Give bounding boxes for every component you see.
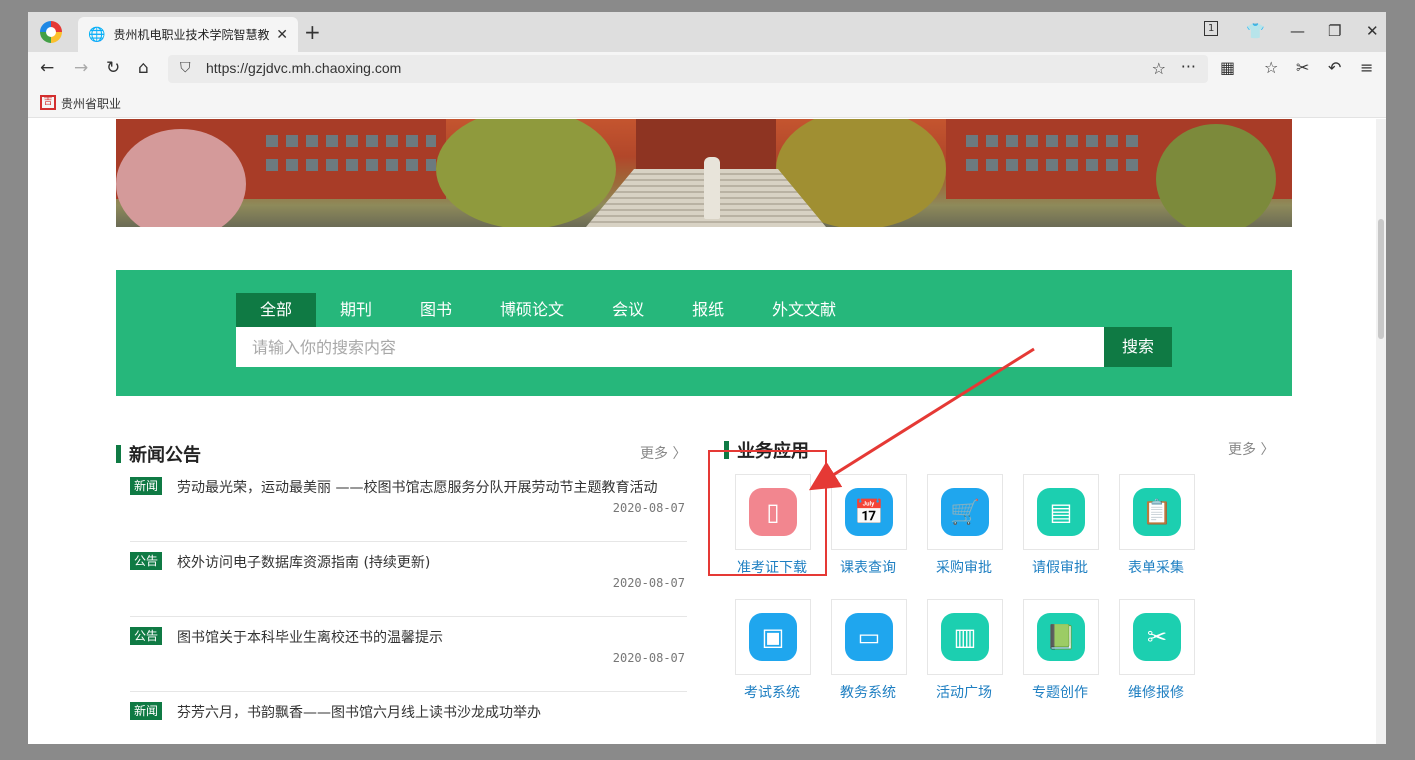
bookmark-bar: 吉 贵州省职业 <box>28 86 1386 118</box>
news-item[interactable]: 新闻 芬芳六月，书韵飘香——图书馆六月线上读书沙龙成功举办 <box>130 692 687 722</box>
tools-icon: ✂ <box>1133 613 1181 661</box>
reload-icon[interactable]: ↻ <box>106 58 120 78</box>
app-label[interactable]: 维修报修 <box>1108 682 1204 702</box>
app-label[interactable]: 课表查询 <box>820 557 916 577</box>
home-icon[interactable]: ⌂ <box>138 58 149 78</box>
calendar-icon: 📅 <box>845 488 893 536</box>
news-more-link[interactable]: 更多 〉 <box>640 443 686 463</box>
app-exam[interactable]: ▣ <box>735 599 811 675</box>
tab-title: 贵州机电职业技术学院智慧教 <box>113 28 270 42</box>
search-tab-conference[interactable]: 会议 <box>588 293 668 327</box>
close-tab-icon[interactable]: ✕ <box>276 27 288 43</box>
building-icon: ▥ <box>941 613 989 661</box>
news-item[interactable]: 新闻 劳动最光荣，运动最美丽 ——校图书馆志愿服务分队开展劳动节主题教育活动 2… <box>130 467 687 542</box>
bookmark-favicon-icon: 吉 <box>40 95 56 110</box>
news-date: 2020-08-07 <box>612 651 685 665</box>
browser-logo-icon[interactable] <box>40 21 62 43</box>
menu-icon[interactable]: ≡ <box>1360 58 1373 77</box>
minimize-icon[interactable]: — <box>1290 22 1305 40</box>
browser-window: 🌐 贵州机电职业技术学院智慧教 ✕ + 1 👕 — ❐ ✕ ← → ↻ ⌂ ⛉ … <box>28 12 1386 744</box>
undo-icon[interactable]: ↶ <box>1328 58 1341 77</box>
search-tab-journal[interactable]: 期刊 <box>316 293 396 327</box>
news-date: 2020-08-07 <box>612 576 685 590</box>
news-date: 2020-08-07 <box>612 501 685 515</box>
restore-icon[interactable]: ❐ <box>1328 22 1341 40</box>
search-input[interactable] <box>236 327 1104 367</box>
form-icon: 📋 <box>1133 488 1181 536</box>
shield-icon[interactable]: ⛉ <box>180 60 191 76</box>
url-text[interactable]: https://gzjdvc.mh.chaoxing.com <box>206 60 401 76</box>
news-badge: 新闻 <box>130 702 163 720</box>
search-tab-foreign[interactable]: 外文文献 <box>748 293 860 327</box>
close-window-icon[interactable]: ✕ <box>1366 22 1379 40</box>
forward-icon[interactable]: → <box>74 58 88 78</box>
navigation-bar: ← → ↻ ⌂ ⛉ https://gzjdvc.mh.chaoxing.com… <box>28 52 1386 86</box>
page-content: 全部 期刊 图书 博硕论文 会议 报纸 外文文献 搜索 新闻公告 更多 〉 新闻… <box>28 119 1386 744</box>
app-label[interactable]: 采购审批 <box>916 557 1012 577</box>
app-academic[interactable]: ▭ <box>831 599 907 675</box>
bookmark-item[interactable]: 贵州省职业 <box>61 95 121 112</box>
new-tab-icon[interactable]: + <box>304 20 321 44</box>
news-badge: 新闻 <box>130 477 163 495</box>
news-item[interactable]: 公告 校外访问电子数据库资源指南 (持续更新) 2020-08-07 <box>130 542 687 617</box>
app-label[interactable]: 考试系统 <box>724 682 820 702</box>
news-title[interactable]: 校外访问电子数据库资源指南 (持续更新) <box>177 552 430 572</box>
scrollbar-thumb[interactable] <box>1378 219 1384 339</box>
app-timetable[interactable]: 📅 <box>831 474 907 550</box>
news-section-title: 新闻公告 <box>129 445 201 466</box>
app-label[interactable]: 教务系统 <box>820 682 916 702</box>
campus-banner-image <box>116 119 1292 227</box>
app-form[interactable]: 📋 <box>1119 474 1195 550</box>
printer-icon: ▭ <box>845 613 893 661</box>
app-repair[interactable]: ✂ <box>1119 599 1195 675</box>
search-tab-thesis[interactable]: 博硕论文 <box>476 293 588 327</box>
search-panel: 全部 期刊 图书 博硕论文 会议 报纸 外文文献 搜索 <box>116 270 1292 396</box>
bookmark-star-icon[interactable]: ☆ <box>1152 59 1166 78</box>
back-icon[interactable]: ← <box>40 58 54 78</box>
app-purchase[interactable]: 🛒 <box>927 474 1003 550</box>
app-label[interactable]: 专题创作 <box>1012 682 1108 702</box>
apps-more-link[interactable]: 更多 〉 <box>1228 439 1274 459</box>
more-icon[interactable]: ··· <box>1181 57 1196 76</box>
book-icon: 📗 <box>1037 613 1085 661</box>
browser-tab[interactable]: 🌐 贵州机电职业技术学院智慧教 ✕ <box>78 17 298 52</box>
search-tab-newspaper[interactable]: 报纸 <box>668 293 748 327</box>
highlight-box <box>708 450 827 576</box>
address-bar[interactable]: ⛉ https://gzjdvc.mh.chaoxing.com ☆ ··· <box>168 55 1208 83</box>
news-item[interactable]: 公告 图书馆关于本科毕业生离校还书的温馨提示 2020-08-07 <box>130 617 687 692</box>
app-label[interactable]: 活动广场 <box>916 682 1012 702</box>
news-section-header: 新闻公告 <box>116 441 201 467</box>
grid-icon[interactable]: ▦ <box>1220 58 1235 77</box>
tab-bar: 🌐 贵州机电职业技术学院智慧教 ✕ + 1 👕 — ❐ ✕ <box>28 12 1386 52</box>
search-tab-all[interactable]: 全部 <box>236 293 317 327</box>
search-tabs: 全部 期刊 图书 博硕论文 会议 报纸 外文文献 <box>236 293 860 327</box>
globe-icon: 🌐 <box>88 26 106 43</box>
shirt-icon[interactable]: 👕 <box>1246 22 1265 40</box>
news-badge: 公告 <box>130 552 163 570</box>
leave-icon: ▤ <box>1037 488 1085 536</box>
search-tab-books[interactable]: 图书 <box>396 293 476 327</box>
app-activity[interactable]: ▥ <box>927 599 1003 675</box>
cart-icon: 🛒 <box>941 488 989 536</box>
favorites-icon[interactable]: ☆ <box>1264 58 1278 77</box>
page-scrollbar[interactable] <box>1376 119 1386 744</box>
tab-count[interactable]: 1 <box>1204 21 1219 36</box>
app-label[interactable]: 表单采集 <box>1108 557 1204 577</box>
scissors-icon[interactable]: ✂ <box>1296 58 1309 77</box>
app-topic[interactable]: 📗 <box>1023 599 1099 675</box>
news-list: 新闻 劳动最光荣，运动最美丽 ——校图书馆志愿服务分队开展劳动节主题教育活动 2… <box>130 467 687 722</box>
news-badge: 公告 <box>130 627 163 645</box>
search-button[interactable]: 搜索 <box>1104 327 1172 367</box>
app-label[interactable]: 请假审批 <box>1012 557 1108 577</box>
news-title[interactable]: 劳动最光荣，运动最美丽 ——校图书馆志愿服务分队开展劳动节主题教育活动 <box>177 477 657 497</box>
news-title[interactable]: 芬芳六月，书韵飘香——图书馆六月线上读书沙龙成功举办 <box>177 702 541 722</box>
app-leave[interactable]: ▤ <box>1023 474 1099 550</box>
news-title[interactable]: 图书馆关于本科毕业生离校还书的温馨提示 <box>177 627 443 647</box>
exam-icon: ▣ <box>749 613 797 661</box>
